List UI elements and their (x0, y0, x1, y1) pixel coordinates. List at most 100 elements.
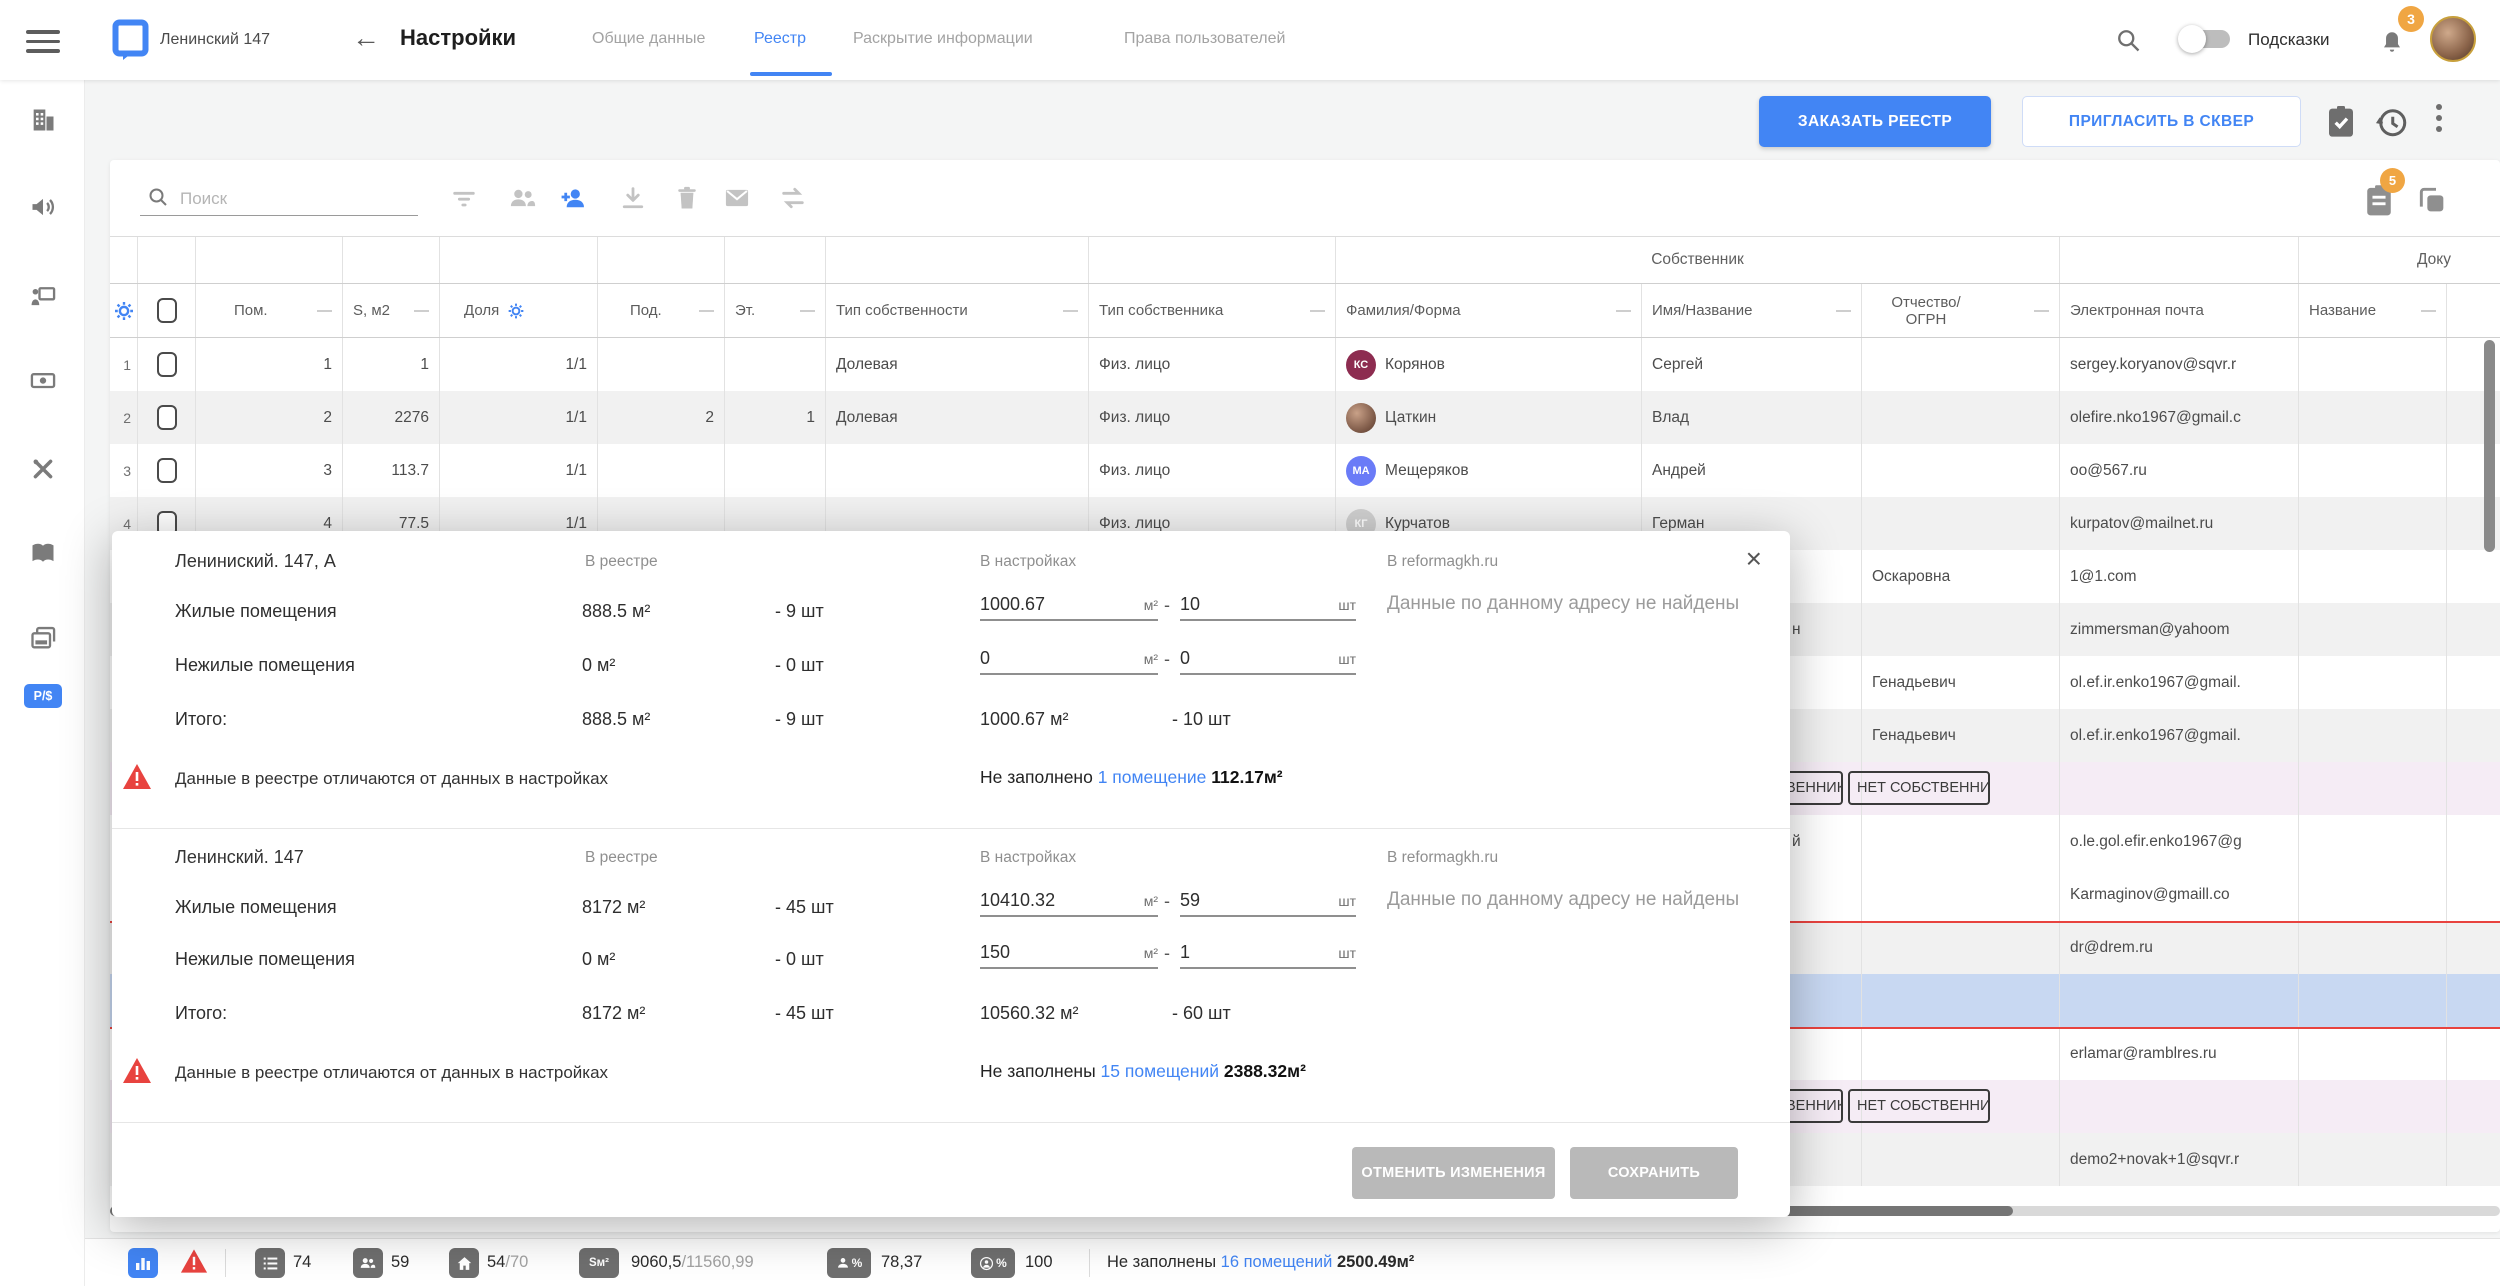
sidebar-meetings-icon[interactable] (29, 283, 57, 311)
stats-chart-icon[interactable] (128, 1248, 158, 1278)
col-tip-sobstvennosti[interactable]: Тип собственности— (826, 284, 1089, 337)
notifications-bell-icon[interactable] (2379, 28, 2405, 56)
settings-count-input[interactable] (1180, 890, 1338, 915)
group-icon[interactable] (508, 184, 538, 212)
col-otchestvo[interactable]: Отчество/ОГРН— (1862, 284, 2060, 337)
col-pom[interactable]: Пом.— (196, 284, 343, 337)
column-menu-icon[interactable]: — (699, 302, 714, 319)
row-checkbox-cell[interactable] (138, 338, 196, 391)
users-percent-icon: % (971, 1248, 1015, 1278)
column-menu-icon[interactable]: — (414, 302, 429, 319)
row-checkbox-cell[interactable] (138, 444, 196, 497)
column-menu-icon[interactable]: — (1836, 302, 1851, 319)
sidebar-tools-icon[interactable] (29, 455, 57, 483)
tab-user-rights[interactable]: Права пользователей (1124, 30, 1285, 48)
vertical-scrollbar-thumb[interactable] (2484, 340, 2495, 552)
table-row[interactable]: 3 3 113.7 1/1 Физ. лицо МА Мещеряков Анд… (110, 444, 2500, 497)
col-imya[interactable]: Имя/Название— (1642, 284, 1862, 337)
row-checkbox[interactable] (157, 352, 177, 377)
sidebar-documents-icon[interactable] (29, 624, 57, 652)
column-menu-icon[interactable]: — (800, 302, 815, 319)
email-icon[interactable] (722, 184, 752, 212)
transfer-icon[interactable] (778, 184, 808, 212)
column-menu-icon[interactable]: — (1616, 302, 1631, 319)
sidebar-knowledge-icon[interactable] (29, 539, 57, 567)
save-button[interactable]: СОХРАНИТЬ (1570, 1147, 1738, 1199)
tab-disclosure[interactable]: Раскрытие информации (853, 30, 1033, 48)
settings-count-input[interactable] (1180, 594, 1338, 619)
order-registry-button[interactable]: ЗАКАЗАТЬ РЕЕСТР (1759, 96, 1991, 147)
tab-registry[interactable]: Реестр (754, 30, 806, 48)
organization-name[interactable]: Ленинский 147 (160, 31, 270, 49)
table-row[interactable]: 2 2 2276 1/1 2 1 Долевая Физ. лицо Цатки… (110, 391, 2500, 444)
sidebar-payments-icon[interactable] (29, 366, 57, 394)
cell-email: zimmersman@yahoom (2060, 603, 2299, 656)
row-checkbox-cell[interactable] (138, 391, 196, 444)
cell-area: 2276 (343, 391, 440, 444)
table-settings-gear-icon[interactable] (110, 284, 138, 337)
registry-area: 8172 м² (582, 897, 645, 918)
delete-icon[interactable] (673, 184, 701, 212)
col-tip-sobstvennika[interactable]: Тип собственника— (1089, 284, 1336, 337)
cell-surname: МА Мещеряков (1336, 444, 1642, 497)
cell-floor (725, 338, 826, 391)
tasks-clipboard-icon[interactable] (2325, 104, 2357, 140)
download-icon[interactable] (619, 184, 647, 212)
cancel-changes-button[interactable]: ОТМЕНИТЬ ИЗМЕНЕНИЯ (1352, 1147, 1555, 1199)
sidebar-announcements-icon[interactable] (29, 193, 57, 221)
col-s[interactable]: S, м2— (343, 284, 440, 337)
col-next[interactable]: Н (2447, 284, 2500, 337)
settings-area-input[interactable] (980, 648, 1144, 673)
warning-icon (122, 1057, 152, 1084)
cell-next (2447, 921, 2500, 974)
notifications-badge[interactable]: 3 (2398, 6, 2424, 32)
row-checkbox[interactable] (157, 458, 177, 483)
back-arrow-icon[interactable]: ← (352, 22, 380, 54)
col-familia[interactable]: Фамилия/Форма— (1336, 284, 1642, 337)
cell-name: Сергей (1642, 338, 1862, 391)
add-member-icon[interactable] (558, 184, 588, 212)
column-menu-icon[interactable]: — (2421, 302, 2436, 319)
user-avatar[interactable] (2430, 16, 2476, 62)
cell-email (2060, 974, 2299, 1027)
menu-icon[interactable] (26, 30, 60, 59)
sidebar-building-icon[interactable] (29, 106, 57, 134)
filter-icon[interactable] (450, 184, 478, 212)
settings-area-input[interactable] (980, 942, 1144, 967)
not-filled-link[interactable]: 16 помещений (1221, 1253, 1333, 1271)
settings-area-input[interactable] (980, 890, 1144, 915)
table-search[interactable] (140, 182, 418, 216)
cell-next (2447, 1027, 2500, 1080)
settings-count-input[interactable] (1180, 942, 1338, 967)
settings-area-input[interactable] (980, 594, 1144, 619)
copy-icon[interactable] (2416, 184, 2448, 216)
tab-general[interactable]: Общие данные (592, 30, 705, 48)
col-nazvanie[interactable]: Название— (2299, 284, 2447, 337)
settings-count-input[interactable] (1180, 648, 1338, 673)
history-icon[interactable] (2374, 104, 2410, 140)
invite-to-sqvr-button[interactable]: ПРИГЛАСИТЬ В СКВЕР (2022, 96, 2301, 147)
column-menu-icon[interactable]: — (317, 302, 332, 319)
col-email[interactable]: Электронная почта (2060, 284, 2299, 337)
not-filled-link[interactable]: 1 помещение (1098, 767, 1207, 787)
statusbar-divider (225, 1249, 226, 1277)
not-filled-link[interactable]: 15 помещений (1101, 1061, 1219, 1081)
hints-toggle[interactable] (2182, 30, 2230, 48)
select-all-checkbox[interactable] (157, 298, 177, 323)
statusbar-warning-icon[interactable] (180, 1248, 208, 1274)
cell-next (2447, 603, 2500, 656)
select-all-cell[interactable] (138, 284, 196, 337)
col-dolya[interactable]: Доля (440, 284, 598, 337)
close-icon[interactable]: × (1740, 539, 1768, 579)
row-checkbox[interactable] (157, 405, 177, 430)
column-menu-icon[interactable]: — (2034, 302, 2049, 319)
col-pod[interactable]: Под.— (598, 284, 725, 337)
sidebar-pr-badge[interactable]: Р/$ (24, 684, 62, 708)
col-et[interactable]: Эт.— (725, 284, 826, 337)
search-input[interactable] (180, 189, 380, 209)
column-menu-icon[interactable]: — (1063, 302, 1078, 319)
search-icon[interactable] (2114, 26, 2142, 54)
column-menu-icon[interactable]: — (1310, 302, 1325, 319)
more-options-icon[interactable] (2436, 104, 2442, 110)
table-row[interactable]: 1 1 1 1/1 Долевая Физ. лицо КС Корянов С… (110, 338, 2500, 391)
